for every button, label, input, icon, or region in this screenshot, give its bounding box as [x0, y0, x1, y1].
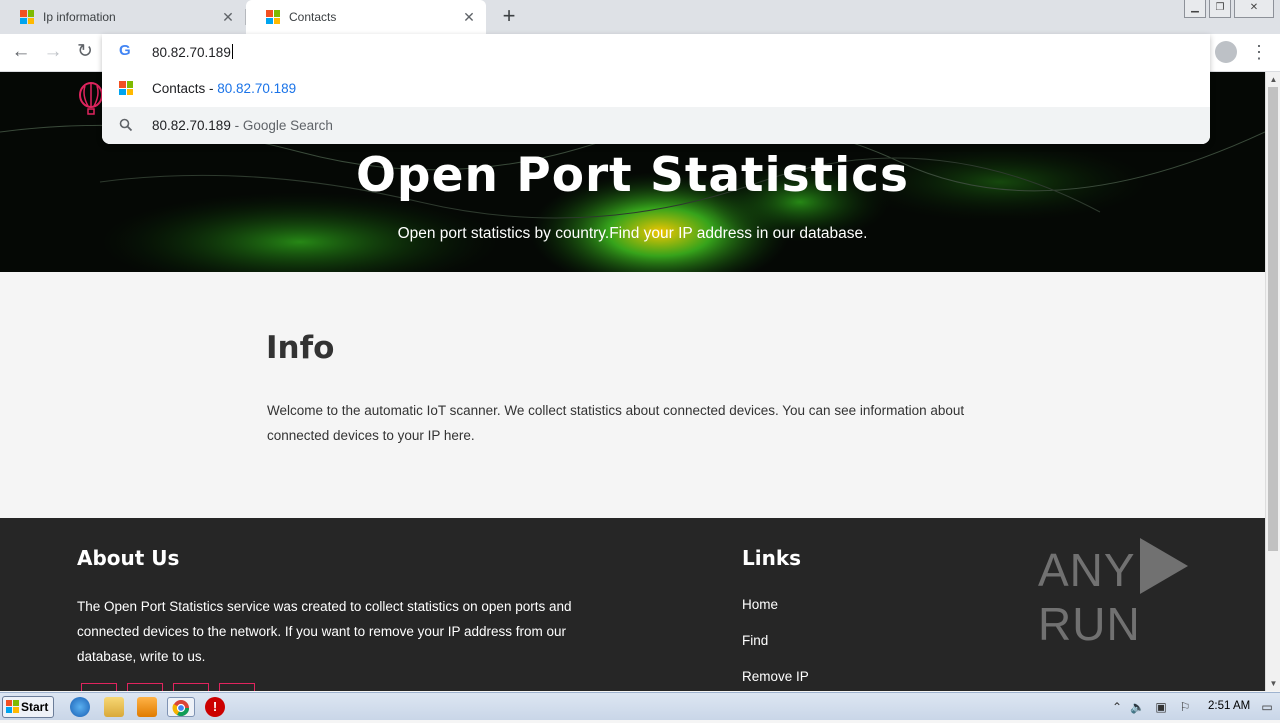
- stop-app-icon[interactable]: !: [205, 697, 225, 717]
- about-text: The Open Port Statistics service was cre…: [77, 599, 572, 664]
- scroll-up-arrow-icon[interactable]: ▲: [1266, 72, 1280, 87]
- site-favicon-icon: [20, 10, 34, 24]
- site-favicon-icon: [119, 81, 133, 95]
- social-link-button[interactable]: [219, 683, 255, 691]
- scroll-thumb[interactable]: [1268, 87, 1278, 551]
- site-favicon-icon: [266, 10, 280, 24]
- minimize-button[interactable]: ▁: [1184, 0, 1206, 18]
- tab-title: Ip information: [43, 10, 116, 24]
- back-button[interactable]: ←: [9, 41, 33, 65]
- windows-taskbar: Start ! ⌃ 🔈 ▣ ⚐ 2:51 AM ▭: [0, 692, 1280, 720]
- profile-avatar[interactable]: [1215, 41, 1237, 63]
- reload-button[interactable]: ↻: [73, 41, 97, 65]
- close-window-button[interactable]: ✕: [1234, 0, 1274, 18]
- social-link-button[interactable]: [81, 683, 117, 691]
- omnibox-suggestion[interactable]: Contacts - 80.82.70.189: [102, 70, 1210, 107]
- watermark-right: RUN: [1038, 598, 1141, 650]
- scroll-down-arrow-icon[interactable]: ▼: [1266, 676, 1280, 691]
- info-heading: Info: [266, 330, 335, 366]
- play-icon: [1139, 538, 1188, 594]
- social-link-button[interactable]: [127, 683, 163, 691]
- suggestion-highlight: 80.82.70.189: [217, 81, 297, 96]
- footer-link-find[interactable]: Find: [742, 633, 768, 648]
- forward-button[interactable]: →: [41, 41, 65, 65]
- social-link-button[interactable]: [173, 683, 209, 691]
- google-icon: G: [119, 42, 131, 59]
- close-tab-icon[interactable]: ✕: [221, 10, 235, 24]
- page-subtitle: Open port statistics by country.Find you…: [397, 225, 868, 242]
- internet-explorer-icon[interactable]: [70, 697, 90, 717]
- start-button[interactable]: Start: [2, 696, 54, 718]
- tab-contacts[interactable]: Contacts ✕: [246, 0, 486, 34]
- show-desktop-icon[interactable]: ▭: [1260, 700, 1274, 714]
- media-player-icon[interactable]: [137, 697, 157, 717]
- info-section: Info Welcome to the automatic IoT scanne…: [0, 272, 1265, 518]
- action-center-flag-icon[interactable]: ⚐: [1178, 700, 1192, 714]
- footer-link-home[interactable]: Home: [742, 597, 778, 612]
- menu-icon[interactable]: ⋮: [1250, 41, 1268, 65]
- page-title: Open Port Statistics: [355, 148, 910, 203]
- suggestion-prefix: Contacts -: [152, 81, 218, 96]
- new-tab-button[interactable]: +: [498, 5, 520, 28]
- tray-expand-icon[interactable]: ⌃: [1110, 700, 1124, 714]
- suggestion-text: Contacts - 80.82.70.189: [152, 81, 296, 96]
- links-heading: Links: [742, 546, 802, 570]
- suggestion-text: 80.82.70.189 - Google Search: [152, 118, 333, 133]
- suggestion-suffix: - Google Search: [230, 118, 333, 133]
- page-scrollbar[interactable]: ▲ ▼: [1265, 72, 1280, 691]
- about-heading: About Us: [77, 546, 180, 570]
- chrome-taskbar-button[interactable]: [167, 697, 195, 717]
- balloon-logo-icon[interactable]: [78, 82, 104, 116]
- file-explorer-icon[interactable]: [104, 697, 124, 717]
- anyrun-watermark: ANYRUN: [1038, 538, 1280, 651]
- tab-ip-information[interactable]: Ip information ✕: [0, 0, 245, 34]
- tab-strip: Ip information ✕ Contacts ✕ + ▁ ❐ ✕: [0, 0, 1280, 34]
- chrome-icon: [172, 700, 190, 717]
- windows-logo-icon: [6, 700, 19, 713]
- close-tab-icon[interactable]: ✕: [462, 10, 476, 24]
- volume-icon[interactable]: 🔈: [1130, 700, 1145, 714]
- info-text: Welcome to the automatic IoT scanner. We…: [267, 403, 965, 443]
- tab-title: Contacts: [289, 10, 337, 24]
- omnibox-suggestion[interactable]: 80.82.70.189 - Google Search: [102, 107, 1210, 144]
- address-input[interactable]: 80.82.70.189: [152, 44, 233, 60]
- omnibox-dropdown: G 80.82.70.189 Contacts - 80.82.70.189 8…: [102, 34, 1210, 144]
- address-bar[interactable]: G 80.82.70.189: [102, 34, 1210, 70]
- footer-link-remove-ip[interactable]: Remove IP: [742, 669, 809, 684]
- network-icon[interactable]: ▣: [1154, 700, 1168, 714]
- restore-button[interactable]: ❐: [1209, 0, 1231, 18]
- start-label: Start: [21, 700, 49, 714]
- watermark-left: ANY: [1038, 544, 1136, 596]
- suggestion-query: 80.82.70.189: [152, 118, 231, 133]
- clock[interactable]: 2:51 AM: [1208, 700, 1250, 712]
- search-icon: [119, 118, 133, 132]
